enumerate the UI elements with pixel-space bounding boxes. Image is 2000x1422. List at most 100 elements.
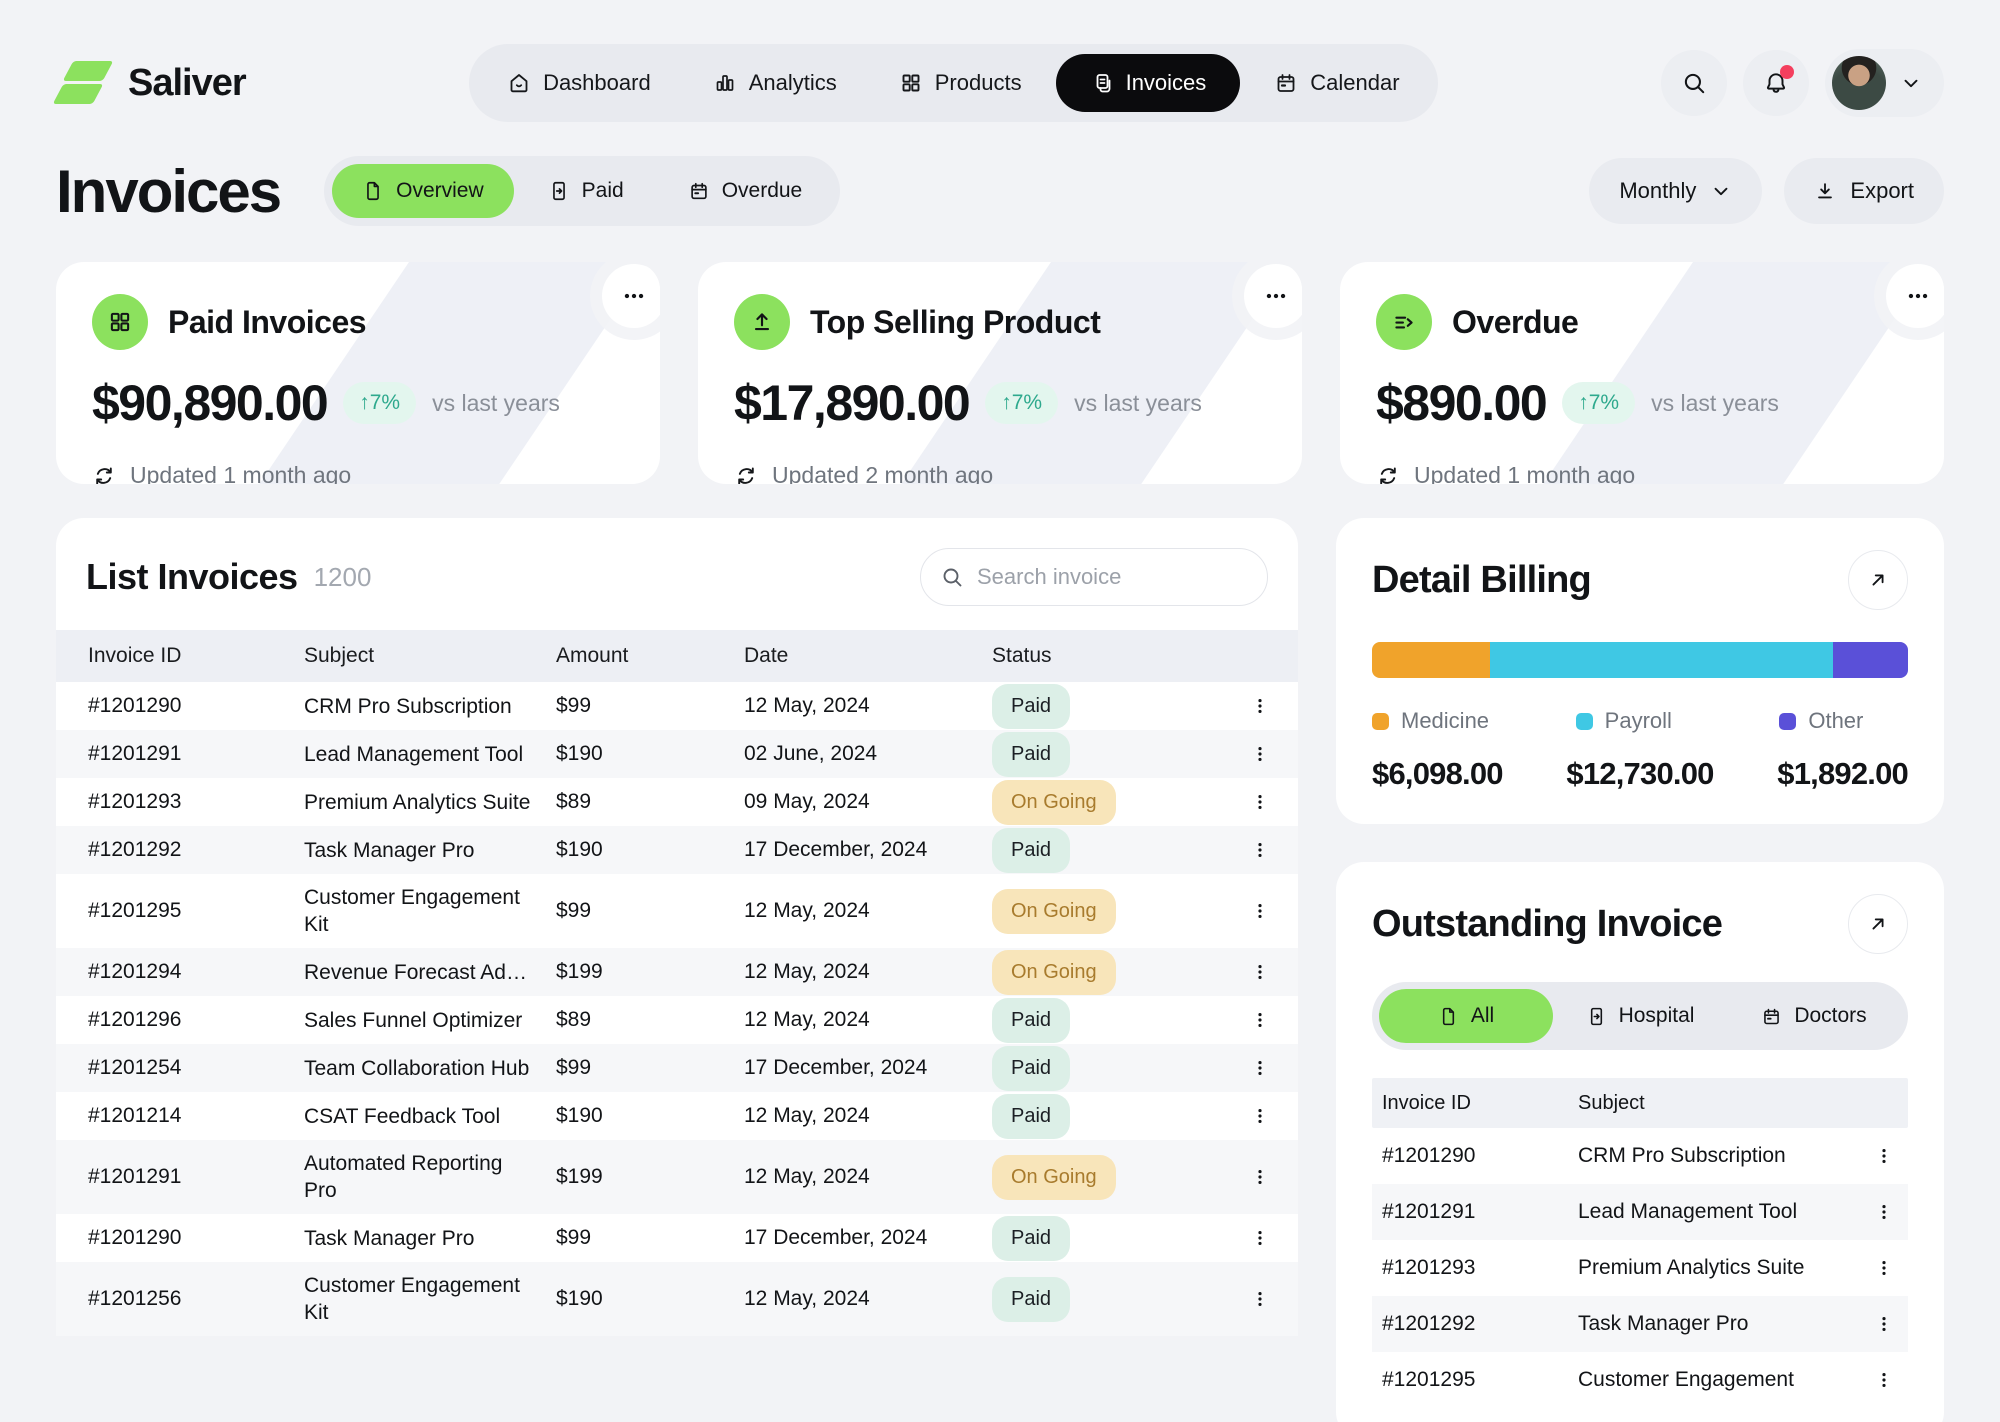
row-menu-button[interactable] bbox=[1240, 1218, 1280, 1258]
row-menu-button[interactable] bbox=[1240, 734, 1280, 774]
table-row[interactable]: #1201295 Customer Engagement bbox=[1372, 1352, 1908, 1408]
row-menu-button[interactable] bbox=[1864, 1136, 1904, 1176]
table-row[interactable]: #1201294 Revenue Forecast Ad… $199 12 Ma… bbox=[56, 948, 1298, 996]
row-menu-button[interactable] bbox=[1864, 1248, 1904, 1288]
table-row[interactable]: #1201214 CSAT Feedback Tool $190 12 May,… bbox=[56, 1092, 1298, 1140]
kebab-icon bbox=[1250, 901, 1270, 921]
table-row[interactable]: #1201290 Task Manager Pro $99 17 Decembe… bbox=[56, 1214, 1298, 1262]
outstanding-open-button[interactable] bbox=[1848, 894, 1908, 954]
kebab-icon bbox=[1874, 1202, 1894, 1222]
invoice-amount: $99 bbox=[556, 899, 744, 923]
row-menu-button[interactable] bbox=[1240, 891, 1280, 931]
status-badge: On Going bbox=[992, 950, 1116, 995]
row-menu-button[interactable] bbox=[1240, 952, 1280, 992]
stat-title: Top Selling Product bbox=[810, 304, 1100, 341]
list-arrow-icon bbox=[1391, 309, 1417, 335]
row-menu-button[interactable] bbox=[1240, 1279, 1280, 1319]
billing-value-other: $1,892.00 bbox=[1777, 756, 1908, 792]
nav-item-products[interactable]: Products bbox=[871, 54, 1050, 112]
user-menu[interactable] bbox=[1825, 49, 1944, 117]
table-row[interactable]: #1201291 Lead Management Tool $190 02 Ju… bbox=[56, 730, 1298, 778]
detail-billing-title: Detail Billing bbox=[1372, 559, 1591, 602]
stat-more-button[interactable] bbox=[1244, 264, 1302, 328]
status-badge: Paid bbox=[992, 1094, 1070, 1139]
nav-item-invoices[interactable]: Invoices bbox=[1056, 54, 1241, 112]
notification-badge bbox=[1780, 65, 1794, 79]
list-invoices-header: List Invoices 1200 bbox=[56, 548, 1298, 606]
table-row[interactable]: #1201296 Sales Funnel Optimizer $89 12 M… bbox=[56, 996, 1298, 1044]
row-menu-button[interactable] bbox=[1240, 782, 1280, 822]
row-menu-button[interactable] bbox=[1240, 830, 1280, 870]
ellipsis-icon bbox=[621, 283, 647, 309]
invoice-id: #1201296 bbox=[56, 1008, 304, 1032]
export-button[interactable]: Export bbox=[1784, 158, 1944, 224]
stat-more-button[interactable] bbox=[1886, 264, 1944, 328]
table-row[interactable]: #1201292 Task Manager Pro bbox=[1372, 1296, 1908, 1352]
invoice-amount: $190 bbox=[556, 1104, 744, 1128]
table-row[interactable]: #1201293 Premium Analytics Suite bbox=[1372, 1240, 1908, 1296]
row-menu-button[interactable] bbox=[1240, 1157, 1280, 1197]
search-icon bbox=[1681, 70, 1707, 96]
row-menu-button[interactable] bbox=[1240, 1096, 1280, 1136]
row-menu-button[interactable] bbox=[1240, 1000, 1280, 1040]
download-icon bbox=[1814, 180, 1836, 202]
stat-amount: $17,890.00 bbox=[734, 374, 969, 432]
tab-paid[interactable]: Paid bbox=[518, 164, 654, 218]
invoice-amount: $99 bbox=[556, 1226, 744, 1250]
arrow-up-right-icon bbox=[1867, 913, 1889, 935]
tab-overview[interactable]: Overview bbox=[332, 164, 514, 218]
invoice-subject: CRM Pro Subscription bbox=[1578, 1133, 1864, 1179]
outstanding-tab-doctors[interactable]: Doctors bbox=[1727, 989, 1901, 1043]
row-menu-button[interactable] bbox=[1240, 686, 1280, 726]
row-menu-button[interactable] bbox=[1864, 1304, 1904, 1344]
row-menu-button[interactable] bbox=[1864, 1192, 1904, 1232]
list-invoices-title: List Invoices bbox=[86, 556, 298, 598]
search-icon bbox=[940, 565, 964, 589]
tab-overdue[interactable]: Overdue bbox=[658, 164, 833, 218]
table-row[interactable]: #1201295 Customer Engagement Kit $99 12 … bbox=[56, 874, 1298, 948]
detail-billing-open-button[interactable] bbox=[1848, 550, 1908, 610]
legend-label: Other bbox=[1808, 708, 1863, 734]
invoice-subject: Customer Engagement bbox=[1578, 1357, 1864, 1403]
status-badge: Paid bbox=[992, 1046, 1070, 1091]
search-button[interactable] bbox=[1661, 50, 1727, 116]
invoice-id: #1201291 bbox=[1372, 1200, 1578, 1224]
invoice-subject: Lead Management Tool bbox=[1578, 1189, 1864, 1235]
row-menu-button[interactable] bbox=[1864, 1360, 1904, 1400]
outstanding-tab-hospital[interactable]: Hospital bbox=[1553, 989, 1727, 1043]
invoice-subject: Lead Management Tool bbox=[304, 731, 556, 778]
invoice-date: 17 December, 2024 bbox=[744, 838, 992, 862]
table-row[interactable]: #1201292 Task Manager Pro $190 17 Decemb… bbox=[56, 826, 1298, 874]
nav-item-dashboard[interactable]: Dashboard bbox=[479, 54, 679, 112]
refresh-icon bbox=[734, 464, 758, 485]
stat-more-button[interactable] bbox=[602, 264, 660, 328]
period-dropdown[interactable]: Monthly bbox=[1589, 158, 1762, 224]
invoice-subject: Revenue Forecast Ad… bbox=[304, 949, 556, 996]
table-row[interactable]: #1201291 Lead Management Tool bbox=[1372, 1184, 1908, 1240]
status-badge: Paid bbox=[992, 1277, 1070, 1322]
invoice-subject: CSAT Feedback Tool bbox=[304, 1093, 556, 1140]
invoice-search-input[interactable] bbox=[920, 548, 1268, 606]
outstanding-tab-all[interactable]: All bbox=[1379, 989, 1553, 1043]
table-row[interactable]: #1201293 Premium Analytics Suite $89 09 … bbox=[56, 778, 1298, 826]
stat-updated-label: Updated 2 month ago bbox=[772, 462, 993, 484]
notifications-button[interactable] bbox=[1743, 50, 1809, 116]
stat-amount: $890.00 bbox=[1376, 374, 1546, 432]
row-menu-button[interactable] bbox=[1240, 1048, 1280, 1088]
brand-logo[interactable]: Saliver bbox=[56, 58, 246, 108]
table-row[interactable]: #1201290 CRM Pro Subscription $99 12 May… bbox=[56, 682, 1298, 730]
table-row[interactable]: #1201290 CRM Pro Subscription bbox=[1372, 1128, 1908, 1184]
nav-item-calendar[interactable]: Calendar bbox=[1246, 54, 1427, 112]
table-row[interactable]: #1201291 Automated Reporting Pro $199 12… bbox=[56, 1140, 1298, 1214]
invoice-id: #1201294 bbox=[56, 960, 304, 984]
kebab-icon bbox=[1874, 1370, 1894, 1390]
nav-item-analytics[interactable]: Analytics bbox=[685, 54, 865, 112]
invoice-date: 02 June, 2024 bbox=[744, 742, 992, 766]
invoice-date: 12 May, 2024 bbox=[744, 1104, 992, 1128]
legend-item: Payroll bbox=[1576, 708, 1780, 734]
file-arrow-icon bbox=[548, 180, 570, 202]
table-row[interactable]: #1201256 Customer Engagement Kit $190 12… bbox=[56, 1262, 1298, 1336]
table-row[interactable]: #1201254 Team Collaboration Hub $99 17 D… bbox=[56, 1044, 1298, 1092]
file-arrow-icon bbox=[1586, 1006, 1607, 1027]
invoice-date: 12 May, 2024 bbox=[744, 1165, 992, 1189]
